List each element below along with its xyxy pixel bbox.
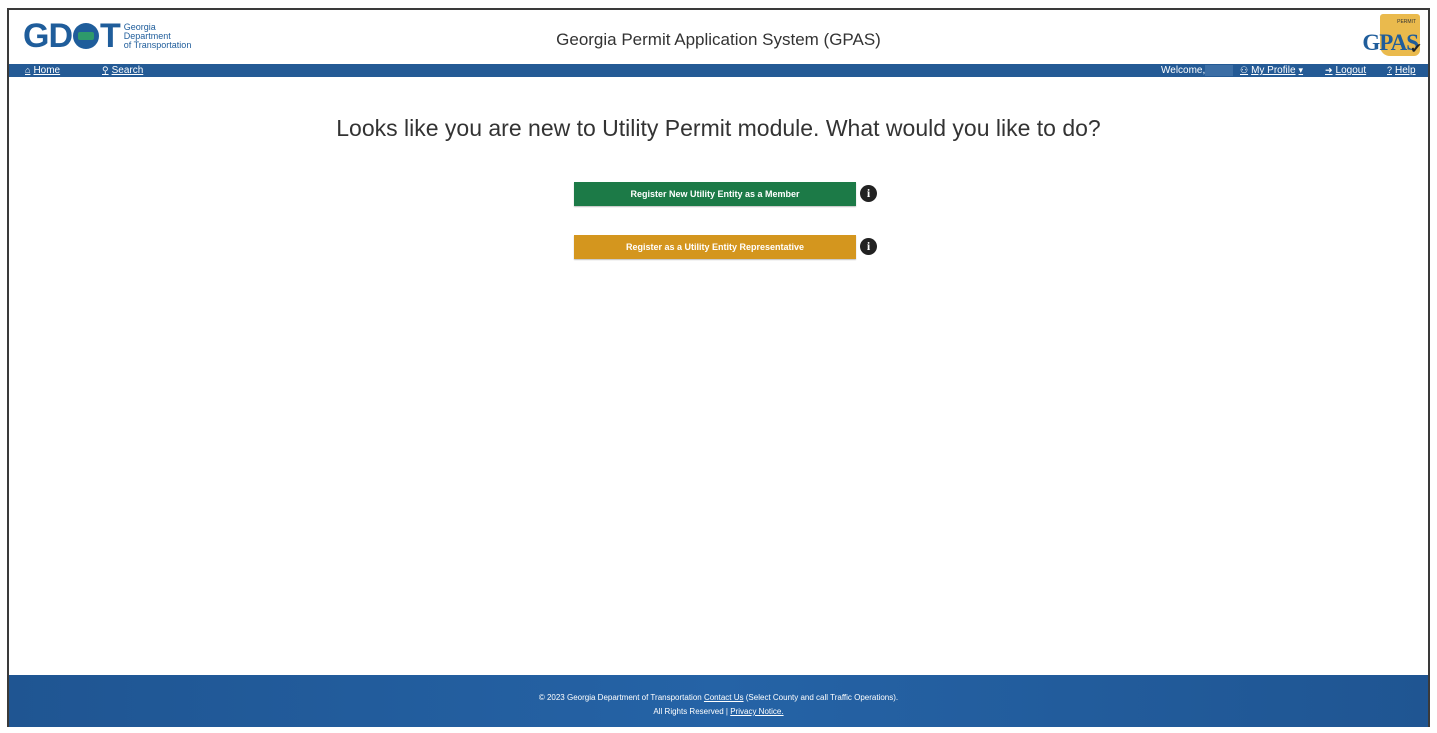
home-icon: ⌂ [25, 65, 31, 75]
gpas-logo-permit: PERMIT [1397, 19, 1416, 25]
gpas-logo: PERMIT GPAS ✔ [1362, 14, 1422, 60]
privacy-notice-link[interactable]: Privacy Notice. [730, 707, 783, 716]
caret-down-icon: ▾ [1298, 65, 1304, 75]
nav-logout-link[interactable]: ➜ Logout [1325, 64, 1366, 77]
app-window: GD T Georgia Department of Transportation… [7, 8, 1430, 727]
nav-search-label: Search [111, 65, 144, 76]
welcome-text: Welcome, [1161, 65, 1206, 76]
checkmark-icon: ✔ [1410, 40, 1422, 56]
info-icon[interactable]: i [860, 185, 877, 202]
footer-contact-note: (Select County and call Traffic Operatio… [745, 693, 899, 702]
nav-help-link[interactable]: ? Help [1387, 64, 1416, 77]
footer: © 2023 Georgia Department of Transportat… [9, 675, 1428, 727]
footer-rights: All Rights Reserved | [653, 707, 728, 716]
footer-line-1: © 2023 Georgia Department of Transportat… [9, 693, 1428, 702]
register-member-button[interactable]: Register New Utility Entity as a Member [574, 182, 856, 206]
nav-my-profile-label: My Profile [1251, 65, 1296, 76]
user-icon: ⚇ [1240, 65, 1249, 75]
search-icon: ⚲ [102, 65, 109, 75]
help-icon: ? [1387, 65, 1393, 75]
top-navbar: ⌂ Home ⚲ Search Welcome, ⚇ My Profile ▾ … [9, 64, 1428, 77]
nav-home-link[interactable]: ⌂ Home [25, 64, 60, 77]
footer-copyright: © 2023 Georgia Department of Transportat… [538, 693, 702, 702]
nav-my-profile-link[interactable]: ⚇ My Profile ▾ [1240, 64, 1303, 77]
footer-line-2: All Rights Reserved | Privacy Notice. [9, 707, 1428, 716]
register-representative-button[interactable]: Register as a Utility Entity Representat… [574, 235, 856, 259]
contact-us-link[interactable]: Contact Us [704, 693, 744, 702]
nav-help-label: Help [1395, 65, 1416, 76]
user-name-redacted [1205, 65, 1233, 76]
nav-logout-label: Logout [1335, 65, 1367, 76]
info-icon[interactable]: i [860, 238, 877, 255]
header: GD T Georgia Department of Transportation… [9, 10, 1428, 64]
logout-icon: ➜ [1325, 65, 1333, 75]
main-heading: Looks like you are new to Utility Permit… [336, 115, 1101, 141]
page-title: Georgia Permit Application System (GPAS) [556, 30, 881, 49]
nav-home-label: Home [33, 65, 61, 76]
nav-search-link[interactable]: ⚲ Search [102, 64, 143, 77]
